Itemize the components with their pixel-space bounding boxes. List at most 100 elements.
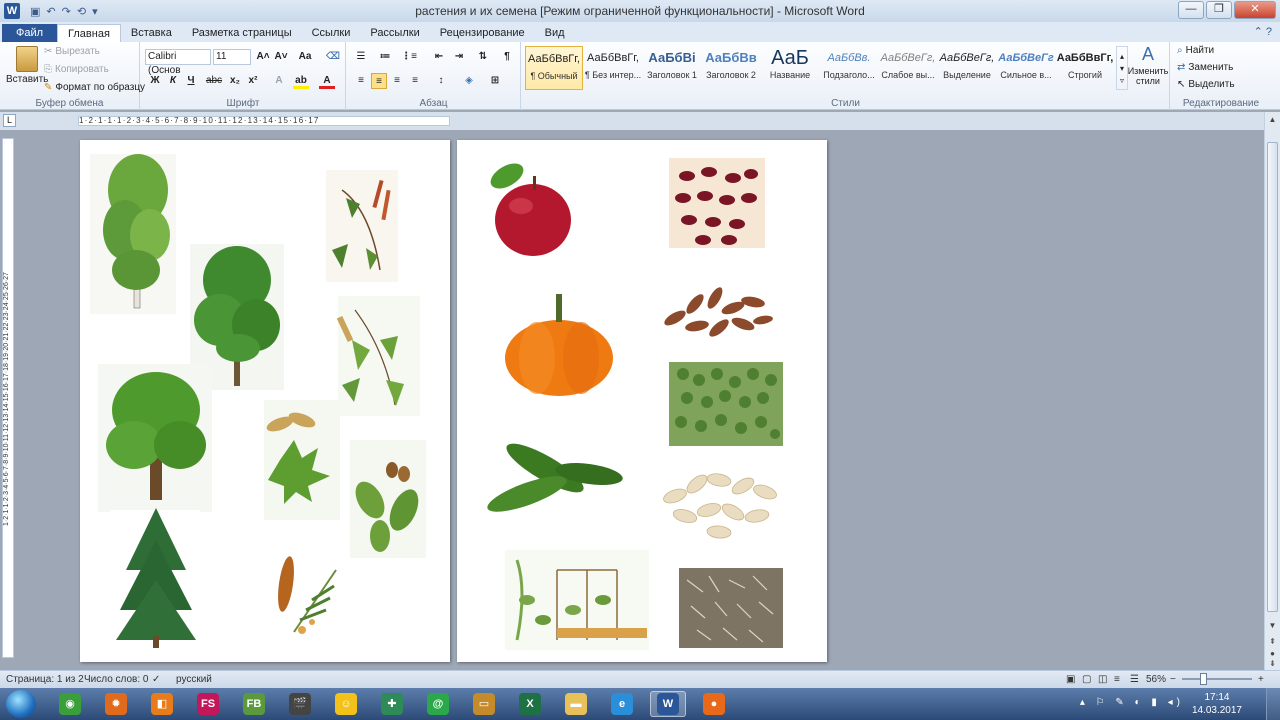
repeat-icon[interactable]: ⟲ [77,5,86,18]
start-button[interactable] [6,690,36,718]
grow-font-button[interactable]: A˄ [255,49,271,65]
sort-button[interactable]: ⇅ [475,49,491,65]
style-emphasis[interactable]: АаБбВеГг, Выделение [938,46,996,90]
multilevel-list-button[interactable]: ⋮≡ [401,49,417,65]
show-desktop-button[interactable] [1266,688,1280,720]
zoom-slider[interactable] [1182,678,1252,680]
zoom-out-button[interactable]: − [1170,674,1176,685]
pea-plants-picture[interactable] [505,550,649,650]
justify-button[interactable]: ≡ [407,73,423,89]
zoom-slider-thumb[interactable] [1200,673,1207,685]
file-manager-icon[interactable]: FB [236,691,272,717]
format-painter-button[interactable]: ✎ Формат по образцу [44,82,145,93]
pumpkin-picture[interactable] [505,294,613,396]
explorer-folder-icon[interactable]: ▬ [558,691,594,717]
media-player-icon[interactable]: ✹ [98,691,134,717]
print-layout-view-icon[interactable]: ▣ [1066,674,1075,685]
internet-explorer-icon[interactable]: e [604,691,640,717]
bold-button[interactable]: Ж [147,73,163,89]
scroll-down-icon[interactable]: ▼ [1267,620,1278,631]
birch-tree-picture[interactable] [90,154,176,314]
web-layout-view-icon[interactable]: ◫ [1098,674,1107,685]
save-icon[interactable]: ▣ [30,5,40,18]
style-title[interactable]: АаБ Название [761,46,819,90]
line-spacing-button[interactable]: ↕ [433,73,449,89]
qat-customize-icon[interactable]: ▾ [92,5,98,18]
style-subtle-emphasis[interactable]: АаБбВеГг, Слабое вы... [879,46,937,90]
browser-globe-icon[interactable]: ◉ [52,691,88,717]
increase-indent-button[interactable]: ⇥ [451,49,467,65]
decrease-indent-button[interactable]: ⇤ [431,49,447,65]
shrink-font-button[interactable]: A˅ [273,49,289,65]
prev-page-icon[interactable]: ⇞ [1267,636,1278,647]
styles-scroll-button[interactable]: ▴ ▾ ▿ [1116,46,1128,90]
style-normal[interactable]: АаБбВвГг, ¶ Обычный [525,46,583,90]
tab-view[interactable]: Вид [535,24,575,42]
next-page-icon[interactable]: ⇟ [1267,658,1278,669]
style-heading-1[interactable]: АаБбВі Заголовок 1 [643,46,701,90]
style-subtitle[interactable]: АаБбВв. Подзаголо... [820,46,878,90]
birch-branch-picture[interactable] [326,170,398,282]
select-button[interactable]: ↖ Выделить [1177,79,1235,90]
font-name-combo[interactable]: Calibri (Основ [145,49,211,76]
red-beans-picture[interactable] [669,158,765,248]
style-intense-emphasis[interactable]: АаБбВеГг Сильное в... [997,46,1055,90]
numbering-button[interactable]: ≔ [377,49,393,65]
language-indicator[interactable]: русский [176,674,212,685]
maple-leaf-picture[interactable] [264,400,340,520]
close-button[interactable]: ✕ [1234,1,1276,19]
show-marks-button[interactable]: ¶ [499,49,515,65]
underline-button[interactable]: Ч [183,73,199,89]
seeds-almond-picture[interactable] [662,285,773,339]
text-effects-button[interactable]: A [271,73,287,89]
word-icon[interactable]: W [650,691,686,717]
tab-mailings[interactable]: Рассылки [360,24,429,42]
green-circle-app-icon[interactable]: ✚ [374,691,410,717]
style-strong[interactable]: АаБбВвГг, Строгий [1056,46,1114,90]
birch-leaves-picture[interactable] [336,296,420,416]
bullets-button[interactable]: ☰ [353,49,369,65]
vertical-scrollbar[interactable]: ▲ ▼ ⇞ ● ⇟ [1264,112,1280,670]
tab-file[interactable]: Файл [2,24,58,42]
page-1[interactable] [80,140,450,662]
subscript-button[interactable]: x₂ [227,73,243,89]
draft-view-icon[interactable]: ☰ [1130,674,1139,685]
maximize-button[interactable]: ❐ [1206,1,1232,19]
style-heading-2[interactable]: АаБбВв Заголовок 2 [702,46,760,90]
replace-button[interactable]: ⇄ Заменить [1177,62,1233,73]
tray-icons[interactable]: ▴ ⚐ ✎ ◐ ▮ ◂) [1080,697,1184,708]
change-case-button[interactable]: Aa [297,49,313,65]
align-center-button[interactable]: ≡ [371,73,387,89]
fs-app-icon[interactable]: FS [190,691,226,717]
red-apple-picture[interactable] [486,158,571,256]
horizontal-ruler[interactable]: 1·2·1·1·1·2·3·4·5·6·7·8·9·10·11·12·13·14… [78,116,450,126]
pro-app-icon[interactable]: ☺ [328,691,364,717]
tab-page-layout[interactable]: Разметка страницы [182,24,302,42]
excel-icon[interactable]: X [512,691,548,717]
tab-review[interactable]: Рецензирование [430,24,535,42]
cut-button[interactable]: ✂ Вырезать [44,46,100,57]
proofing-icon[interactable]: ✓ [152,674,160,685]
scroll-thumb[interactable] [1267,142,1278,612]
borders-button[interactable]: ⊞ [487,73,503,89]
tab-insert[interactable]: Вставка [121,24,182,42]
mail-agent-icon[interactable]: @ [420,691,456,717]
scroll-up-icon[interactable]: ▲ [1267,114,1278,125]
word-app-icon[interactable]: W [4,3,20,19]
spruce-cone-picture[interactable] [275,555,337,634]
oak-leaves-picture[interactable] [350,440,426,558]
find-button[interactable]: ⌕ Найти [1177,45,1214,56]
cucumbers-picture[interactable] [484,436,624,519]
change-styles-button[interactable]: A Изменить стили [1128,44,1169,86]
align-left-button[interactable]: ≡ [353,73,369,89]
italic-button[interactable]: К [165,73,181,89]
sunflower-seeds-picture[interactable] [679,568,783,648]
clock[interactable]: 17:14 14.03.2017 [1192,691,1242,717]
align-right-button[interactable]: ≡ [389,73,405,89]
spruce-tree-picture[interactable] [110,508,200,650]
style-no-spacing[interactable]: АаБбВвГг, ¶ Без интер... [584,46,642,90]
undo-icon[interactable]: ↶ [46,5,55,18]
redo-icon[interactable]: ↷ [62,5,71,18]
strikethrough-button[interactable]: abc [203,73,225,89]
ribbon-help-icons[interactable]: ⌃ ? [1254,25,1272,38]
